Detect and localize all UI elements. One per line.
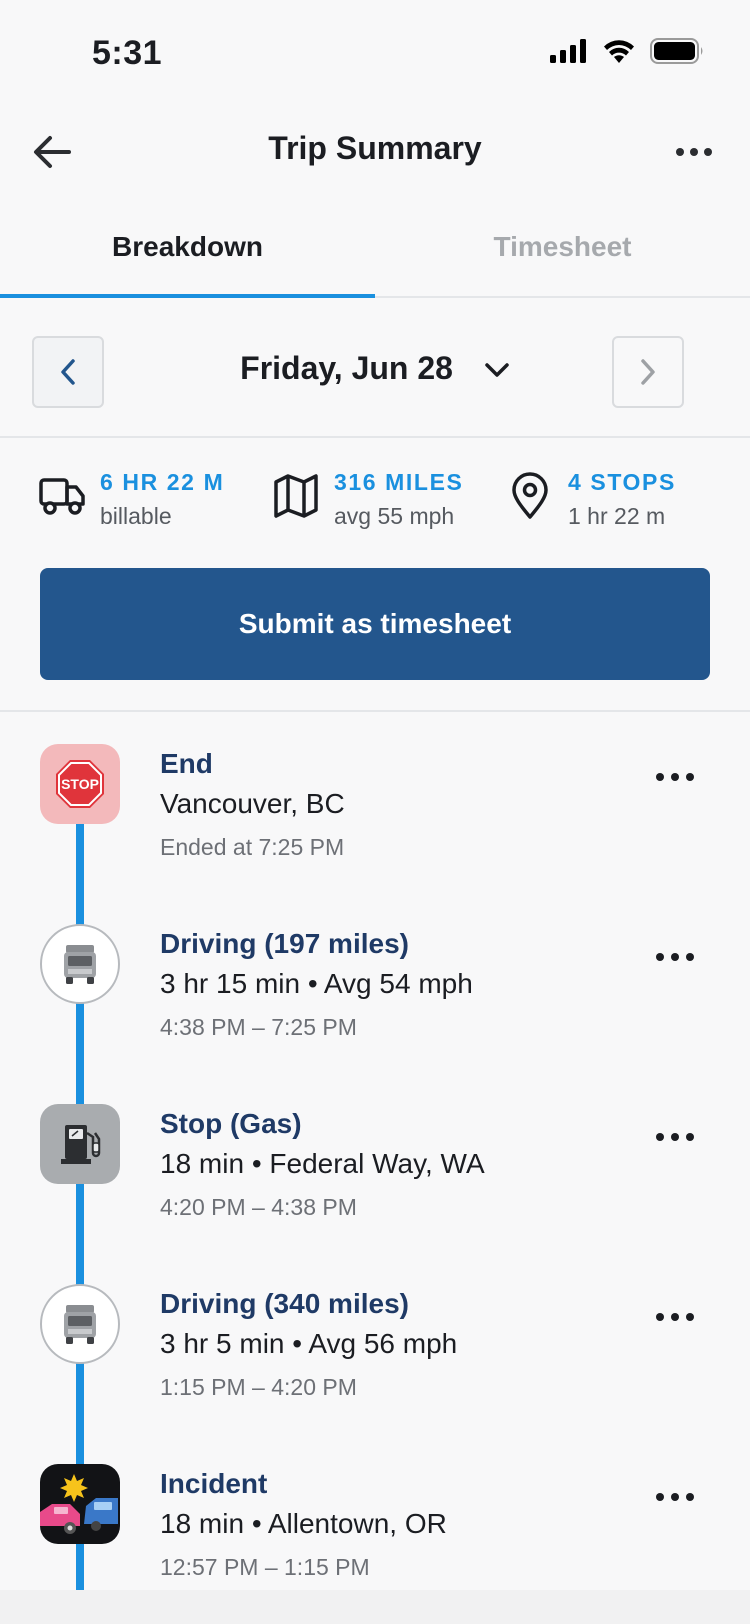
stat-stops: 4 STOPS 1 hr 22 m: [506, 466, 676, 534]
event-description: 18 min • Allentown, OR: [160, 1508, 447, 1539]
truck-icon: [40, 924, 120, 1004]
event-more-button[interactable]: [650, 762, 700, 792]
stat-value: 316 MILES: [334, 469, 464, 495]
stat-value: 4 STOPS: [568, 469, 676, 495]
stat-miles: 316 MILES avg 55 mph: [272, 466, 463, 534]
stat-value: 6 HR 22 M: [100, 469, 225, 495]
chevron-down-icon: [485, 363, 509, 377]
event-title: Incident: [160, 1468, 268, 1499]
status-icons: [550, 38, 704, 64]
event-time: 4:20 PM – 4:38 PM: [160, 1194, 357, 1220]
stat-billable: 6 HR 22 M billable: [38, 466, 224, 534]
stat-subtitle: billable: [100, 503, 172, 529]
event-more-button[interactable]: [650, 942, 700, 972]
stat-subtitle: avg 55 mph: [334, 503, 455, 529]
timeline-event[interactable]: Driving (197 miles) 3 hr 15 min • Avg 54…: [0, 924, 750, 1074]
tab-timesheet[interactable]: Timesheet: [375, 200, 750, 296]
home-indicator-area: [0, 1590, 750, 1624]
event-title: End: [160, 748, 213, 779]
event-description: 3 hr 15 min • Avg 54 mph: [160, 968, 473, 999]
map-icon: [274, 474, 318, 518]
event-time: 4:38 PM – 7:25 PM: [160, 1014, 357, 1040]
chevron-right-icon: [641, 359, 655, 385]
more-horizontal-icon: [656, 953, 694, 961]
more-horizontal-icon: [656, 773, 694, 781]
date-navigator: Friday, Jun 28: [0, 298, 750, 438]
event-more-button[interactable]: [650, 1302, 700, 1332]
event-time: 12:57 PM – 1:15 PM: [160, 1554, 370, 1580]
event-title: Stop (Gas): [160, 1108, 302, 1139]
divider: [0, 710, 750, 712]
page-title: Trip Summary: [268, 130, 482, 166]
truck-icon: [39, 478, 85, 515]
fuel-pump-icon: [40, 1104, 120, 1184]
event-description: Vancouver, BC: [160, 788, 345, 819]
timeline-event[interactable]: Driving (340 miles) 3 hr 5 min • Avg 56 …: [0, 1284, 750, 1434]
trip-stats: 6 HR 22 M billable 316 MILES avg 55 mph …: [0, 460, 750, 560]
event-description: 3 hr 5 min • Avg 56 mph: [160, 1328, 458, 1359]
status-bar: 5:31: [0, 0, 750, 100]
date-label: Friday, Jun 28: [240, 350, 453, 386]
battery-icon: [650, 38, 703, 64]
event-title: Driving (340 miles): [160, 1288, 409, 1319]
event-time: 1:15 PM – 4:20 PM: [160, 1374, 357, 1400]
submit-timesheet-button[interactable]: Submit as timesheet: [40, 568, 710, 680]
more-horizontal-icon: [676, 148, 712, 156]
truck-icon: [40, 1284, 120, 1364]
stat-subtitle: 1 hr 22 m: [568, 503, 666, 529]
more-horizontal-icon: [656, 1313, 694, 1321]
tab-bar: Breakdown Timesheet: [0, 200, 750, 298]
more-horizontal-icon: [656, 1493, 694, 1501]
svg-text:STOP: STOP: [61, 776, 99, 792]
tab-breakdown[interactable]: Breakdown: [0, 200, 375, 296]
signal-icon: [550, 39, 586, 63]
next-day-button[interactable]: [612, 336, 684, 408]
wifi-icon: [604, 40, 634, 63]
car-crash-icon: [40, 1464, 120, 1544]
nav-header: Trip Summary: [0, 110, 750, 190]
event-description: 18 min • Federal Way, WA: [160, 1148, 485, 1179]
more-options-button[interactable]: [668, 132, 720, 172]
event-time: Ended at 7:25 PM: [160, 834, 345, 860]
event-title: Driving (197 miles): [160, 928, 409, 959]
timeline-event[interactable]: STOP End Vancouver, BC Ended at 7:25 PM: [0, 744, 750, 894]
location-pin-icon: [512, 472, 548, 519]
stop-sign-icon: STOP: [40, 744, 120, 824]
event-more-button[interactable]: [650, 1122, 700, 1152]
timeline-event[interactable]: Stop (Gas) 18 min • Federal Way, WA 4:20…: [0, 1104, 750, 1254]
more-horizontal-icon: [656, 1133, 694, 1141]
event-more-button[interactable]: [650, 1482, 700, 1512]
status-time: 5:31: [92, 34, 163, 72]
